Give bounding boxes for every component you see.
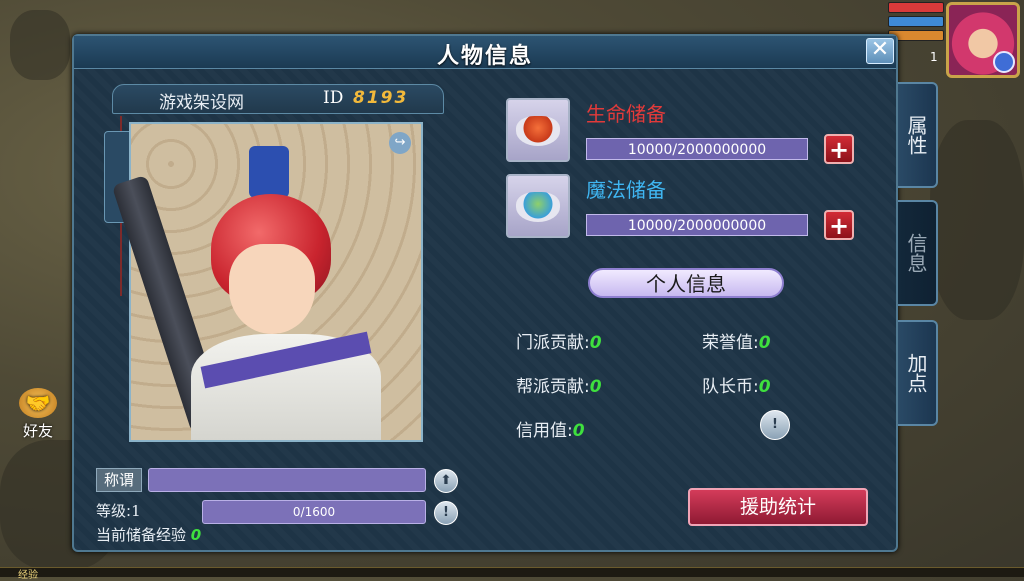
hp-potion-icon (506, 98, 570, 162)
credit-label: 信用值: (516, 421, 573, 441)
character-portrait: ↪ (111, 122, 423, 442)
character-face (229, 244, 315, 334)
tab-info[interactable]: 信息 (898, 200, 938, 306)
stored-exp: 当前储备经验 0 (96, 524, 201, 545)
hp-bar (888, 2, 944, 13)
level-value: 1 (131, 502, 141, 520)
credit-number: 0 (572, 421, 585, 441)
stored-exp-label: 当前储备经验 (96, 526, 187, 544)
player-avatar[interactable] (946, 2, 1020, 78)
exp-label: 经验 (18, 570, 38, 581)
mp-reserve-title: 魔法储备 (586, 178, 666, 202)
character-name: 游戏架设网 (159, 93, 244, 113)
honor-label: 荣誉值: (702, 333, 759, 353)
stored-exp-value: 0 (190, 526, 202, 544)
mp-add-button[interactable]: + (824, 210, 854, 240)
sect-contribution-value: 0 (589, 333, 602, 353)
id-label: ID (323, 88, 344, 108)
captain-coin-label: 队长币: (702, 377, 759, 397)
sect-contribution-label: 门派贡献: (516, 333, 590, 353)
handshake-icon: 🤝 (19, 388, 57, 418)
honor-number: 0 (758, 333, 771, 353)
guild-contribution: 帮派贡献:0 (516, 372, 602, 397)
tab-attributes[interactable]: 属性 (898, 82, 938, 188)
captain-coin: 队长币:0 (702, 372, 771, 397)
hp-add-button[interactable]: + (824, 134, 854, 164)
panel-title: 人物信息 (436, 44, 533, 69)
hp-reserve-bar: 10000/2000000000 (586, 138, 808, 160)
close-button[interactable]: ✕ (866, 38, 894, 64)
background-rock (930, 120, 1024, 320)
mp-bowl-icon (516, 192, 560, 222)
guild-contribution-value: 0 (589, 377, 602, 397)
credit-info-icon[interactable]: ! (760, 410, 790, 440)
assist-stats-button[interactable]: 援助统计 (688, 488, 868, 526)
mp-reserve-bar: 10000/2000000000 (586, 214, 808, 236)
id-value: 8193 (353, 88, 409, 108)
captain-coin-value: 0 (758, 377, 771, 397)
player-level: 1 (930, 50, 938, 64)
level-info-icon[interactable]: ! (434, 501, 458, 525)
hp-reserve-title: 生命储备 (586, 102, 666, 126)
level-text: 等级: (96, 502, 132, 520)
background-rock (10, 10, 70, 80)
mp-potion-icon (506, 174, 570, 238)
personal-info-button[interactable]: 个人信息 (588, 268, 784, 298)
hp-bowl-icon (516, 116, 560, 146)
level-exp-field: 0/1600 (202, 500, 426, 524)
title-field[interactable] (148, 468, 426, 492)
tab-add-points[interactable]: 加点 (898, 320, 938, 426)
title-label: 称谓 (96, 468, 142, 492)
friends-button[interactable]: 🤝 好友 (12, 388, 64, 441)
credit-value: 信用值:0 (516, 416, 585, 441)
friends-label: 好友 (22, 422, 53, 440)
character-info-panel: 人物信息 ✕ 游戏架设网 ID 8193 ↪ 称谓 ⬆ 等级:1 0/1600 … (72, 34, 898, 552)
guild-contribution-label: 帮派贡献: (516, 377, 590, 397)
level-label: 等级:1 (96, 500, 141, 521)
avatar-badge-icon (993, 51, 1015, 73)
sect-contribution: 门派贡献:0 (516, 328, 602, 353)
character-topknot (249, 146, 289, 198)
mp-bar (888, 16, 944, 27)
honor-value: 荣誉值:0 (702, 328, 771, 353)
panel-title-bar: 人物信息 ✕ (74, 36, 896, 69)
name-plate: 游戏架设网 ID 8193 (112, 84, 444, 114)
share-icon[interactable]: ↪ (389, 132, 411, 154)
upload-icon[interactable]: ⬆ (434, 469, 458, 493)
